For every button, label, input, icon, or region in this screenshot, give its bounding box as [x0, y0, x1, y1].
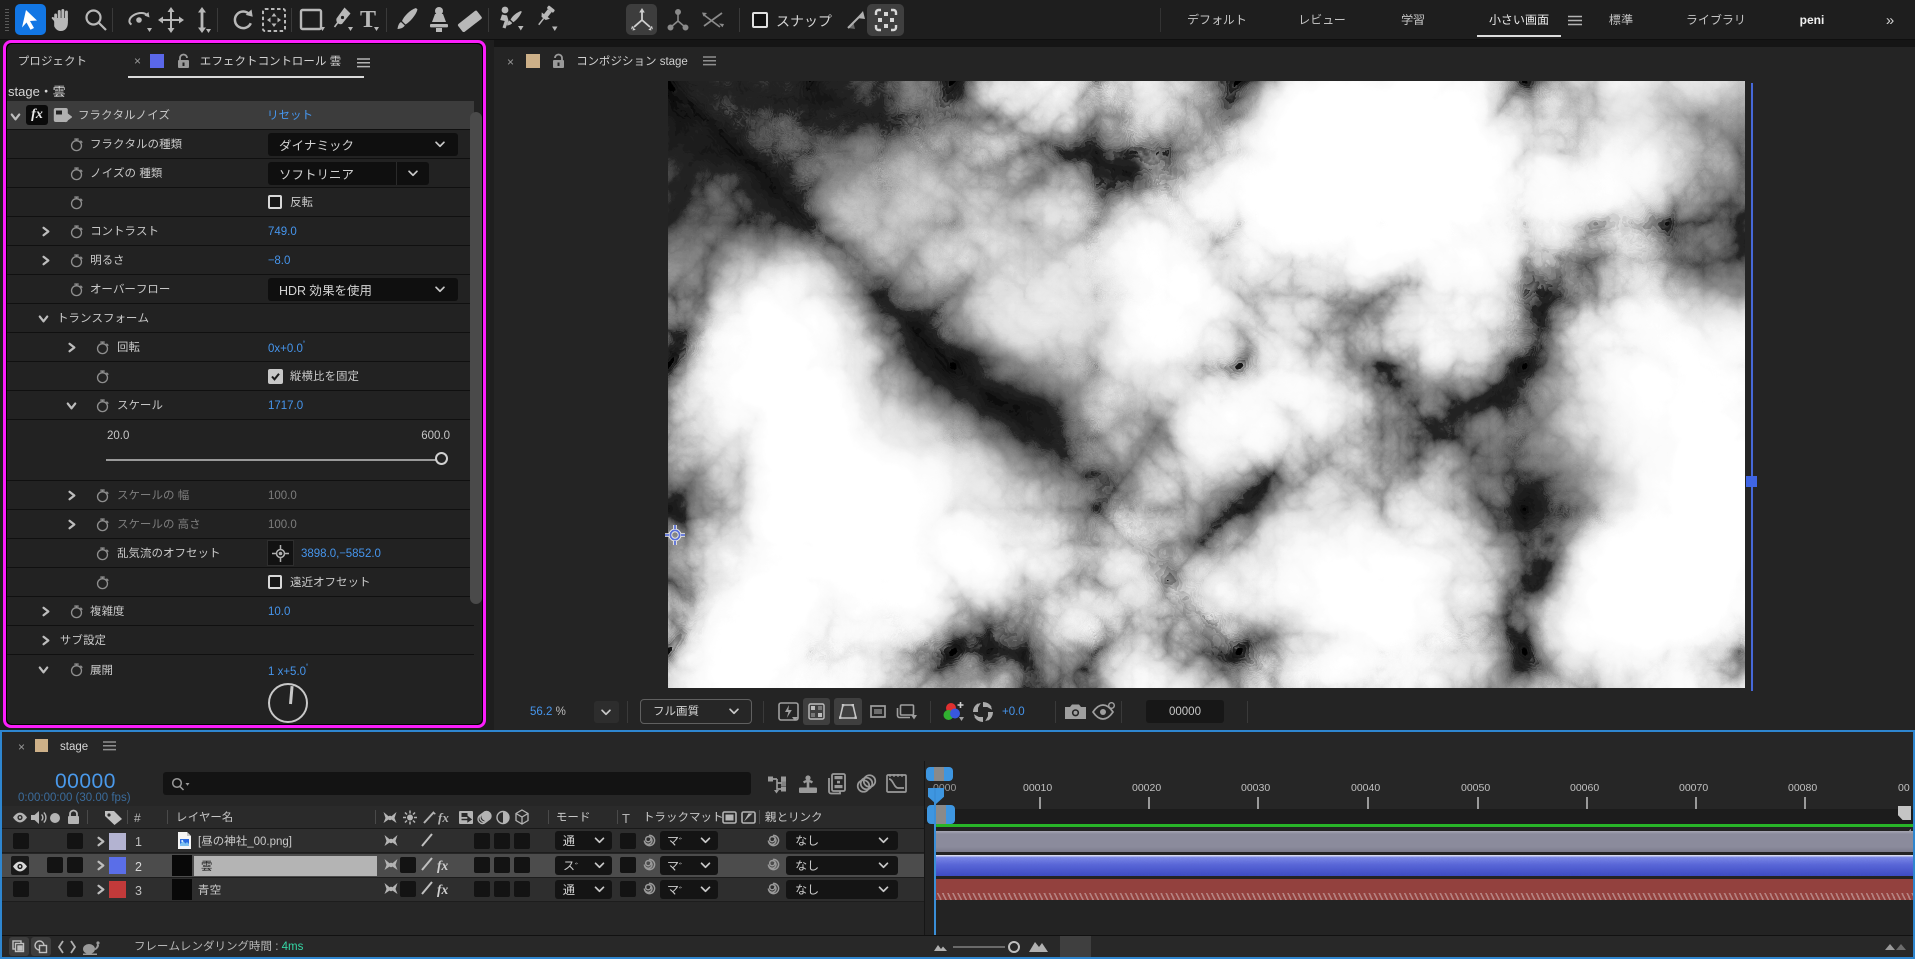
svg-text:T: T — [360, 7, 376, 33]
